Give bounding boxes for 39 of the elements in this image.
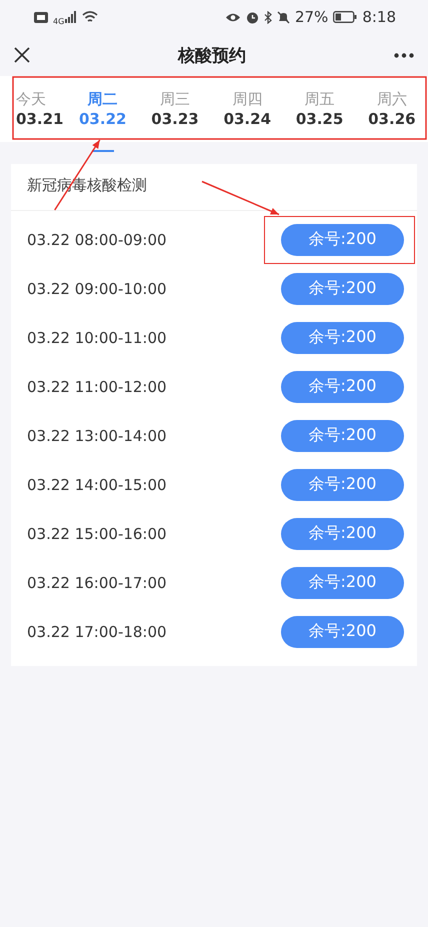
- wifi-icon: [82, 11, 98, 23]
- close-icon[interactable]: [14, 47, 30, 63]
- battery-icon: [333, 11, 358, 23]
- time-slot: 03.22 09:00-10:00: [27, 280, 167, 298]
- book-button[interactable]: 余号:200: [281, 518, 404, 550]
- time-slot: 03.22 11:00-12:00: [27, 378, 167, 396]
- date-tab[interactable]: 周二 03.22: [66, 76, 139, 142]
- more-icon[interactable]: [394, 52, 414, 58]
- bell-off-icon: [276, 10, 290, 24]
- time-slot: 03.22 10:00-11:00: [27, 328, 167, 346]
- battery-percent: 27%: [294, 8, 328, 26]
- book-button[interactable]: 余号:200: [281, 566, 404, 598]
- page-title: 核酸预约: [178, 44, 246, 66]
- book-button[interactable]: 余号:200: [281, 420, 404, 452]
- time-slot: 03.22 16:00-17:00: [27, 574, 167, 592]
- date-tab[interactable]: 周四 03.24: [211, 76, 284, 142]
- time-slot: 03.22 13:00-14:00: [27, 426, 167, 444]
- book-button[interactable]: 余号:200: [281, 468, 404, 500]
- tab-indicator: [92, 150, 114, 152]
- book-button[interactable]: 余号:200: [281, 322, 404, 354]
- book-button[interactable]: 余号:200: [281, 616, 404, 648]
- eye-icon: [224, 12, 241, 22]
- date-tab[interactable]: 周五 03.25: [283, 76, 356, 142]
- signal-icon: [65, 11, 78, 23]
- date-tab[interactable]: 周三 03.23: [138, 76, 212, 142]
- alarm-icon: [246, 10, 259, 24]
- book-button[interactable]: 余号:200: [281, 370, 404, 402]
- time-slot: 03.22 17:00-18:00: [27, 622, 167, 640]
- bluetooth-icon: [264, 10, 272, 24]
- time-slot: 03.22 14:00-15:00: [27, 476, 167, 494]
- time-slot: 03.22 08:00-09:00: [27, 230, 167, 248]
- clock-time: 8:18: [362, 8, 396, 26]
- network-type: 4G: [53, 17, 64, 26]
- time-slot: 03.22 15:00-16:00: [27, 524, 167, 542]
- date-tab[interactable]: 今天 03.21: [16, 76, 67, 142]
- book-button[interactable]: 余号:200: [281, 224, 404, 256]
- book-button[interactable]: 余号:200: [281, 272, 404, 304]
- date-tab[interactable]: 周六 03.26: [356, 76, 428, 142]
- hd-icon: [34, 12, 48, 22]
